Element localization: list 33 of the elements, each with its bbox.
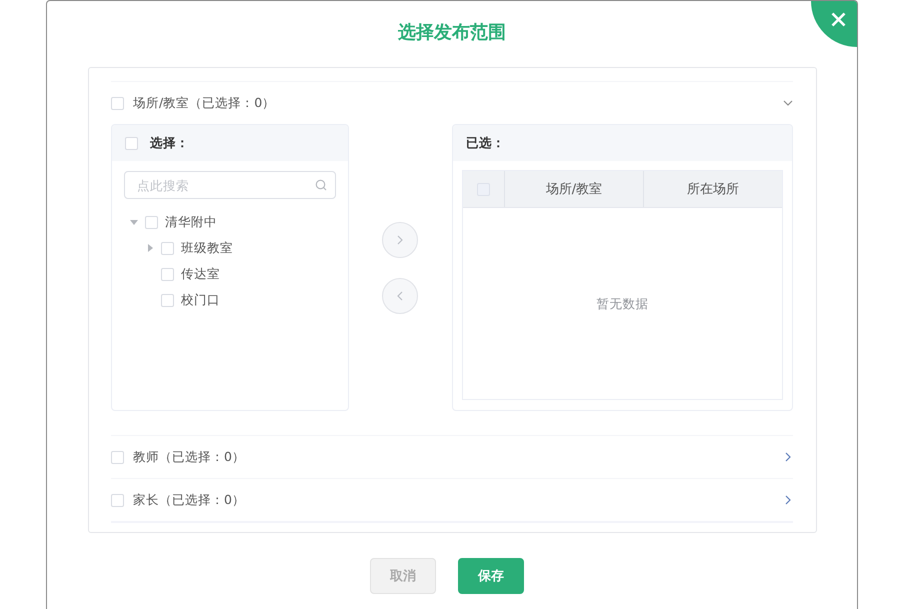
- move-right-button[interactable]: [382, 222, 418, 258]
- column-header: 所在场所: [643, 171, 782, 207]
- search-icon: [315, 179, 327, 191]
- checkbox[interactable]: [161, 268, 174, 280]
- checkbox[interactable]: [161, 242, 174, 254]
- close-icon: [831, 12, 846, 27]
- checkbox[interactable]: [111, 450, 124, 464]
- tree-item[interactable]: 班级教室: [181, 240, 233, 256]
- panel-title: 已选：: [466, 134, 505, 152]
- caret-icon[interactable]: [146, 244, 154, 252]
- tree-item[interactable]: 传达室: [181, 266, 220, 282]
- checkbox[interactable]: [111, 96, 124, 110]
- chevron-left-icon: [397, 291, 403, 301]
- checkbox[interactable]: [145, 216, 158, 228]
- tree-item[interactable]: 清华附中: [165, 214, 217, 230]
- caret-icon[interactable]: [130, 218, 138, 226]
- section-title[interactable]: 家长（已选择：0）: [133, 492, 774, 508]
- checkbox[interactable]: [111, 494, 124, 506]
- section-title[interactable]: 教师（已选择：0）: [133, 448, 774, 466]
- chevron-right-icon: [397, 235, 403, 245]
- dialog-title: 选择发布范围: [398, 21, 506, 45]
- chevron-right-icon[interactable]: [783, 452, 793, 462]
- checkbox[interactable]: [125, 136, 138, 150]
- column-header: 场所/教室: [504, 171, 643, 207]
- section-title[interactable]: 场所/教室（已选择：0）: [133, 94, 774, 112]
- tree-item[interactable]: 校门口: [181, 292, 220, 308]
- empty-message: 暂无数据: [596, 296, 648, 313]
- checkbox[interactable]: [161, 294, 174, 306]
- panel-title: 选择：: [150, 134, 189, 152]
- chevron-down-icon[interactable]: [783, 98, 793, 108]
- chevron-right-icon[interactable]: [783, 495, 793, 505]
- move-left-button[interactable]: [382, 278, 418, 314]
- search-field[interactable]: 点此搜索: [124, 171, 336, 199]
